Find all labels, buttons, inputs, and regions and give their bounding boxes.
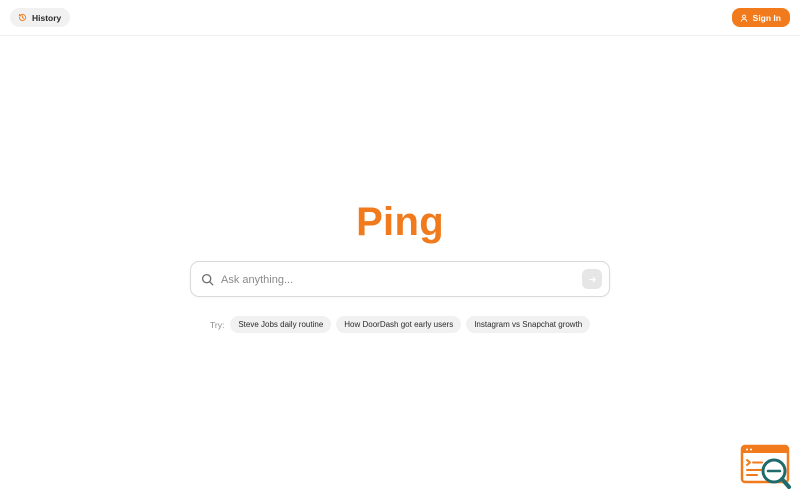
suggestion-chip[interactable]: Steve Jobs daily routine	[230, 316, 332, 333]
suggestion-chip[interactable]: How DoorDash got early users	[336, 316, 462, 333]
submit-button[interactable]	[582, 269, 602, 289]
user-icon	[740, 14, 748, 22]
search-icon	[201, 273, 214, 286]
logo-title: Ping	[356, 200, 444, 244]
sign-in-button[interactable]: Sign In	[731, 8, 790, 27]
arrow-right-icon	[588, 275, 597, 284]
search-input[interactable]	[221, 270, 561, 290]
try-label: Try:	[210, 319, 225, 330]
suggestions-row: Try: Steve Jobs daily routine How DoorDa…	[210, 316, 591, 333]
search-box[interactable]	[190, 261, 610, 297]
top-bar: History Sign In	[0, 0, 800, 36]
history-label: History	[32, 12, 62, 23]
sign-in-label: Sign In	[752, 12, 781, 23]
history-button[interactable]: History	[10, 8, 71, 27]
history-icon	[18, 13, 27, 22]
suggestion-chip[interactable]: Instagram vs Snapchat growth	[466, 316, 591, 333]
browser-search-icon[interactable]	[740, 444, 792, 492]
